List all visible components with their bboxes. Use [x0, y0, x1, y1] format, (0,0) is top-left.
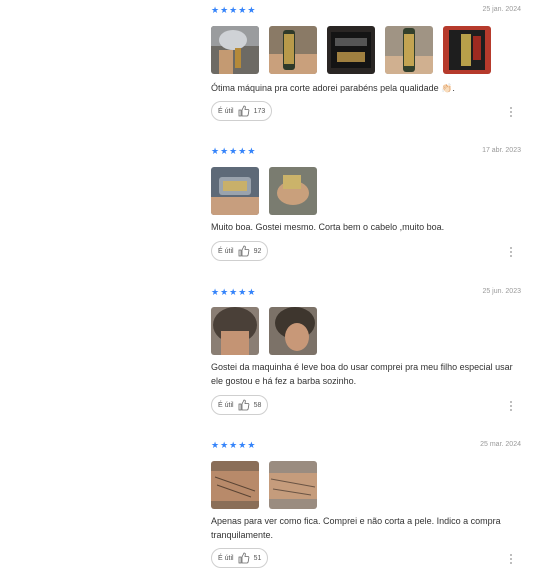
helpful-label: É útil — [218, 554, 234, 562]
review-text: Gostei da maquinha é leve boa do usar co… — [211, 362, 513, 386]
star-icon: ★ — [238, 146, 247, 156]
review-card: ★ ★ ★ ★ ★ 17 abr. 2023 Muito boa. Gostei… — [211, 146, 523, 266]
star-rating: ★ ★ ★ ★ ★ — [211, 146, 255, 156]
review-card: ★ ★ ★ ★ ★ 25 mar. 2024 Apenas para ver c… — [211, 440, 523, 575]
helpful-label: É útil — [218, 401, 234, 409]
review-photo[interactable] — [269, 26, 317, 74]
star-icon: ★ — [229, 440, 238, 450]
review-photo[interactable] — [269, 167, 317, 215]
review-photo[interactable] — [211, 26, 259, 74]
star-icon: ★ — [211, 5, 220, 15]
star-icon: ★ — [220, 287, 229, 297]
star-icon: ★ — [238, 5, 247, 15]
review-photo[interactable] — [211, 167, 259, 215]
review-photo[interactable] — [443, 26, 491, 74]
review-photo[interactable] — [211, 461, 259, 509]
star-icon: ★ — [247, 5, 256, 15]
star-icon: ★ — [247, 287, 256, 297]
star-icon: ★ — [220, 146, 229, 156]
review-date: 25 jan. 2024 — [482, 6, 521, 13]
helpful-count: 58 — [253, 401, 262, 409]
review-photo[interactable] — [211, 307, 259, 355]
helpful-label: É útil — [218, 107, 234, 115]
review-card: ★ ★ ★ ★ ★ 25 jun. 2023 Gostei da maquinh… — [211, 287, 523, 422]
review-text: Muito boa. Gostei mesmo. Corta bem o cab… — [211, 222, 445, 232]
more-options-icon[interactable] — [509, 105, 513, 119]
thumbs-up-icon — [238, 552, 249, 564]
helpful-button[interactable]: É útil 51 — [211, 548, 269, 568]
helpful-label: É útil — [218, 247, 234, 255]
star-icon: ★ — [238, 287, 247, 297]
star-icon: ★ — [229, 146, 238, 156]
review-photo[interactable] — [385, 26, 433, 74]
review-photo[interactable] — [269, 461, 317, 509]
star-icon: ★ — [238, 440, 247, 450]
helpful-count: 92 — [253, 247, 262, 255]
star-icon: ★ — [247, 146, 256, 156]
star-icon: ★ — [211, 440, 220, 450]
review-photos — [211, 307, 317, 355]
star-icon: ★ — [229, 5, 238, 15]
helpful-button[interactable]: É útil 173 — [211, 101, 273, 121]
review-photos — [211, 461, 317, 509]
more-options-icon[interactable] — [509, 399, 513, 413]
helpful-button[interactable]: É útil 58 — [211, 395, 269, 415]
helpful-count: 51 — [253, 554, 262, 562]
thumbs-up-icon — [238, 105, 249, 117]
review-date: 17 abr. 2023 — [482, 147, 521, 154]
star-rating: ★ ★ ★ ★ ★ — [211, 287, 255, 297]
review-photos — [211, 167, 317, 215]
more-options-icon[interactable] — [509, 552, 513, 566]
review-photos — [211, 26, 491, 74]
thumbs-up-icon — [238, 399, 249, 411]
star-icon: ★ — [220, 5, 229, 15]
star-icon: ★ — [211, 287, 220, 297]
helpful-count: 173 — [253, 107, 266, 115]
review-date: 25 jun. 2023 — [482, 288, 521, 295]
star-rating: ★ ★ ★ ★ ★ — [211, 440, 255, 450]
star-icon: ★ — [220, 440, 229, 450]
review-text: Ótima máquina pra corte adorei parabéns … — [211, 83, 455, 93]
helpful-button[interactable]: É útil 92 — [211, 241, 269, 261]
star-icon: ★ — [229, 287, 238, 297]
thumbs-up-icon — [238, 245, 249, 257]
more-options-icon[interactable] — [509, 245, 513, 259]
review-photo[interactable] — [327, 26, 375, 74]
review-photo[interactable] — [269, 307, 317, 355]
review-date: 25 mar. 2024 — [480, 441, 521, 448]
star-icon: ★ — [211, 146, 220, 156]
star-icon: ★ — [247, 440, 256, 450]
review-text: Apenas para ver como fica. Comprei e não… — [211, 516, 501, 540]
star-rating: ★ ★ ★ ★ ★ — [211, 5, 255, 15]
review-card: ★ ★ ★ ★ ★ 25 jan. 2024 Ótima máquina pra… — [211, 5, 523, 125]
